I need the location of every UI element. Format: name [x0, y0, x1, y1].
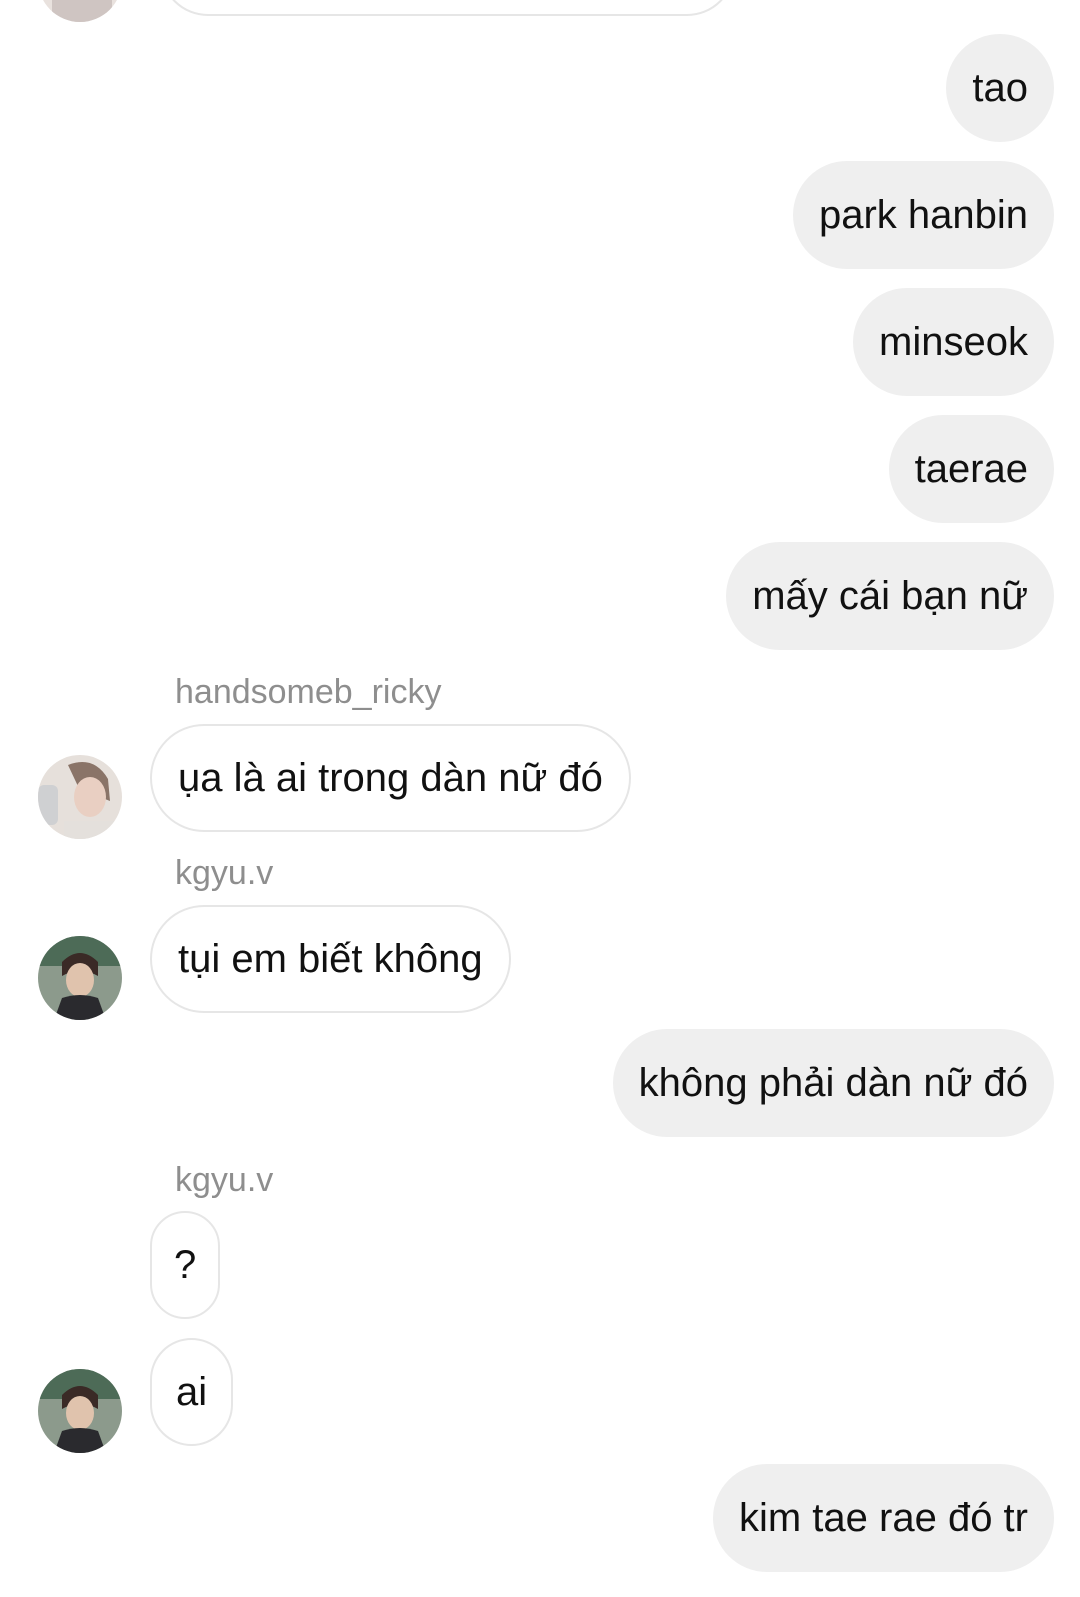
- message-text: kim tae rae đó tr: [738, 1496, 1028, 1540]
- avatar[interactable]: [38, 755, 122, 839]
- message-bubble-outgoing[interactable]: taerae: [888, 415, 1054, 523]
- message-text: park hanbin: [818, 193, 1028, 237]
- sender-name: kgyu.v: [175, 854, 274, 892]
- sender-name: kgyu.v: [175, 1161, 274, 1199]
- message-bubble-outgoing[interactable]: tao: [946, 34, 1054, 142]
- message-bubble-incoming[interactable]: tụi em biết không: [150, 905, 511, 1013]
- message-text: taerae: [914, 447, 1028, 491]
- message-text: tao: [972, 66, 1028, 110]
- message-bubble-incoming[interactable]: ai: [150, 1338, 234, 1446]
- message-bubble-outgoing[interactable]: mấy cái bạn nữ: [726, 542, 1054, 650]
- sender-name: handsomeb_ricky: [175, 673, 442, 711]
- message-bubble-outgoing[interactable]: minseok: [853, 288, 1054, 396]
- message-text: mấy cái bạn nữ: [752, 574, 1028, 618]
- message-text: ai: [176, 1370, 208, 1414]
- message-bubble-outgoing[interactable]: không phải dàn nữ đó: [612, 1029, 1054, 1137]
- avatar[interactable]: [38, 1369, 122, 1453]
- message-bubble-incoming[interactable]: ụa là ai trong dàn nữ đó: [150, 724, 631, 832]
- message-text: ụa là ai trong dàn nữ đó: [178, 756, 603, 800]
- avatar[interactable]: [38, 0, 122, 22]
- message-bubble-incoming[interactable]: ?: [150, 1211, 221, 1319]
- message-text: minseok: [879, 320, 1028, 364]
- message-text: tụi em biết không: [178, 937, 483, 981]
- message-bubble-outgoing[interactable]: kim tae rae đó tr: [712, 1464, 1054, 1572]
- message-text: không phải dàn nữ đó: [638, 1061, 1028, 1105]
- previous-message-bubble[interactable]: [160, 0, 735, 16]
- message-bubble-outgoing[interactable]: park hanbin: [792, 161, 1054, 269]
- message-text: ?: [174, 1243, 197, 1287]
- avatar[interactable]: [38, 936, 122, 1020]
